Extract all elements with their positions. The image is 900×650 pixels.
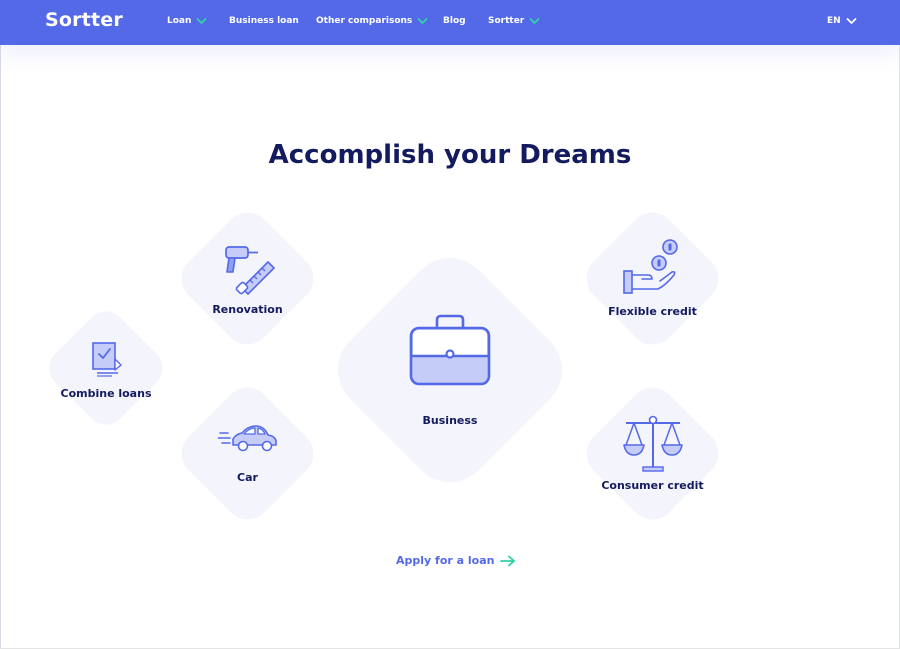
document-check-icon (92, 341, 122, 377)
nav-item-sortter[interactable]: Sortter (488, 16, 540, 26)
top-navbar: Sortter Loan Business loan Other compari… (0, 0, 900, 45)
drill-saw-icon (224, 246, 275, 295)
page-heading: Accomplish your Dreams (268, 140, 632, 170)
tile-label: Car (237, 471, 258, 484)
chevron-down-icon (417, 17, 428, 25)
tile-renovation[interactable]: Renovation (171, 202, 324, 355)
language-selector[interactable]: EN (827, 16, 857, 26)
nav-item-other-comparisons[interactable]: Other comparisons (316, 16, 428, 26)
tile-label: Consumer credit (601, 479, 704, 492)
sortter-logo[interactable]: Sortter (45, 9, 123, 31)
apply-for-loan-link[interactable]: Apply for a loan (396, 554, 516, 567)
tile-flexible-credit[interactable]: Flexible credit (576, 202, 729, 355)
tile-label: Flexible credit (608, 305, 697, 318)
nav-item-label: Other comparisons (316, 16, 413, 26)
nav-item-business-loan[interactable]: Business loan (229, 16, 299, 26)
nav-item-label: Business loan (229, 16, 299, 26)
tile-business[interactable]: Business (321, 241, 579, 499)
tile-combine-loans[interactable]: Combine loans (40, 302, 172, 434)
language-label: EN (827, 16, 841, 26)
nav-item-label: Sortter (488, 16, 525, 26)
car-icon (217, 425, 277, 452)
tile-label: Business (422, 413, 478, 427)
chevron-down-icon (846, 17, 857, 25)
apply-link-label: Apply for a loan (396, 554, 495, 567)
tile-car[interactable]: Car (171, 377, 324, 530)
nav-item-blog[interactable]: Blog (443, 16, 466, 26)
chevron-down-icon (529, 17, 540, 25)
scales-icon (622, 415, 683, 472)
nav-item-label: Blog (443, 16, 466, 26)
tile-label: Combine loans (60, 386, 152, 400)
nav-item-label: Loan (167, 16, 192, 26)
tile-label: Renovation (212, 303, 283, 316)
hand-coins-icon (622, 239, 678, 294)
chevron-down-icon (196, 17, 207, 25)
arrow-right-icon (500, 555, 516, 566)
briefcase-icon (409, 314, 491, 385)
nav-item-loan[interactable]: Loan (167, 16, 207, 26)
tile-consumer-credit[interactable]: Consumer credit (576, 377, 729, 530)
